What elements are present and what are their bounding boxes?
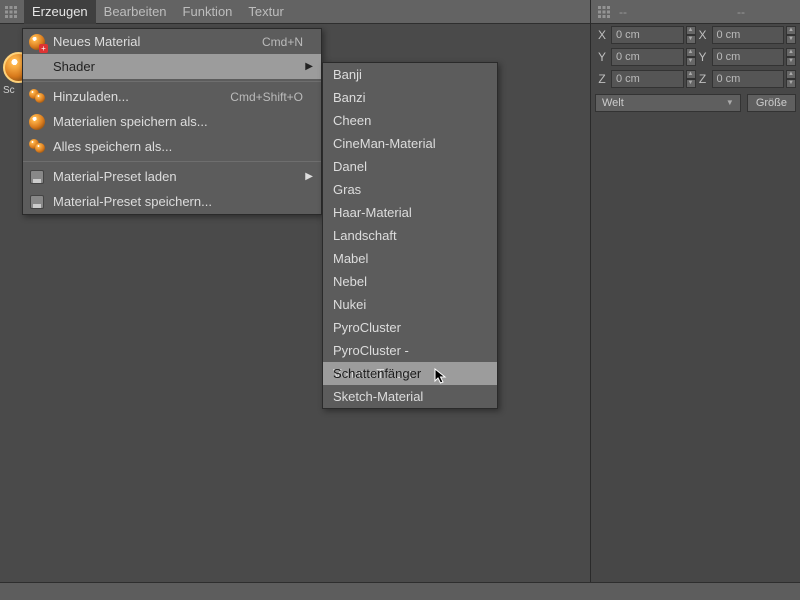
size-button[interactable]: Größe [747,94,796,112]
chevron-down-icon: ▼ [726,95,734,111]
coord-system-dropdown-label: Welt [602,95,624,111]
axis-label: Y [595,50,609,64]
menu-item-shader[interactable]: Shader▶ [23,54,321,79]
menu-item-label: Material-Preset speichern... [53,194,303,209]
menu-item-label: Shader [53,59,303,74]
menu-item-icon [27,192,47,212]
menu-item-neues-material[interactable]: Neues MaterialCmd+N [23,29,321,54]
spinner[interactable]: ▲▼ [786,70,796,88]
coord-field[interactable]: 0 cm [712,70,785,88]
axis-label: Y [696,50,710,64]
status-bar [0,582,800,600]
menu-item-icon [27,32,47,52]
menu-item-icon [27,167,47,187]
menu-item-label: Material-Preset laden [53,169,303,184]
submenu-item-nukei[interactable]: Nukei [323,293,497,316]
submenu-item-haar-material[interactable]: Haar-Material [323,201,497,224]
axis-label: Z [595,72,609,86]
menubar-item-textur[interactable]: Textur [240,0,291,24]
menu-item-shortcut: Cmd+Shift+O [230,90,303,104]
erzeugen-menu: Neues MaterialCmd+NShader▶Hinzuladen...C… [22,28,322,215]
axis-label: X [595,28,609,42]
coordinates-panel-header: -- -- [591,0,800,24]
spinner[interactable]: ▲▼ [686,48,696,66]
spinner[interactable]: ▲▼ [786,26,796,44]
coord-field[interactable]: 0 cm [611,70,684,88]
menu-item-alles-speichern-als-[interactable]: Alles speichern als... [23,134,321,159]
submenu-item-banji[interactable]: Banji [323,63,497,86]
menu-item-material-preset-speichern-[interactable]: Material-Preset speichern... [23,189,321,214]
chevron-right-icon: ▶ [303,171,313,182]
menu-item-label: Hinzuladen... [53,89,230,104]
axis-label: Z [696,72,710,86]
coord-row: Y0 cm▲▼Y0 cm▲▼ [591,46,800,68]
menu-item-icon [27,112,47,132]
submenu-item-danel[interactable]: Danel [323,155,497,178]
menu-item-icon [27,87,47,107]
menubar-item-bearbeiten[interactable]: Bearbeiten [96,0,175,24]
grid-icon [4,5,18,19]
submenu-item-gras[interactable]: Gras [323,178,497,201]
submenu-item-banzi[interactable]: Banzi [323,86,497,109]
menu-item-icon [27,57,47,77]
menubar-item-erzeugen[interactable]: Erzeugen [24,0,96,24]
header-placeholder-1: -- [619,5,627,19]
menu-separator [23,161,321,162]
menu-item-material-preset-laden[interactable]: Material-Preset laden▶ [23,164,321,189]
menubar-item-funktion[interactable]: Funktion [175,0,241,24]
spinner[interactable]: ▲▼ [686,70,696,88]
submenu-item-schattenf-nger[interactable]: Schattenfänger [323,362,497,385]
submenu-item-nebel[interactable]: Nebel [323,270,497,293]
spinner[interactable]: ▲▼ [786,48,796,66]
coord-field[interactable]: 0 cm [712,26,785,44]
submenu-item-cheen[interactable]: Cheen [323,109,497,132]
header-placeholder-2: -- [737,5,745,19]
menu-item-hinzuladen-[interactable]: Hinzuladen...Cmd+Shift+O [23,84,321,109]
submenu-item-pyrocluster[interactable]: PyroCluster [323,316,497,339]
coordinates-panel: -- -- X0 cm▲▼X0 cm▲▼Y0 cm▲▼Y0 cm▲▼Z0 cm▲… [590,0,800,600]
submenu-item-landschaft[interactable]: Landschaft [323,224,497,247]
menu-item-label: Alles speichern als... [53,139,303,154]
menu-separator [23,81,321,82]
menu-item-icon [27,137,47,157]
chevron-right-icon: ▶ [303,61,313,72]
coord-field[interactable]: 0 cm [712,48,785,66]
axis-label: X [696,28,710,42]
coord-system-dropdown[interactable]: Welt ▼ [595,94,741,112]
menu-item-label: Neues Material [53,34,262,49]
coord-field[interactable]: 0 cm [611,48,684,66]
submenu-item-sketch-material[interactable]: Sketch-Material [323,385,497,408]
coord-row: X0 cm▲▼X0 cm▲▼ [591,24,800,46]
submenu-item-pyrocluster-volumetracer[interactable]: PyroCluster - VolumeTracer [323,339,497,362]
menu-item-materialien-speichern-als-[interactable]: Materialien speichern als... [23,109,321,134]
coord-field[interactable]: 0 cm [611,26,684,44]
submenu-item-mabel[interactable]: Mabel [323,247,497,270]
grid-icon [597,5,611,19]
submenu-item-cineman-material[interactable]: CineMan-Material [323,132,497,155]
menu-item-shortcut: Cmd+N [262,35,303,49]
menu-item-label: Materialien speichern als... [53,114,303,129]
spinner[interactable]: ▲▼ [686,26,696,44]
shader-submenu: BanjiBanziCheenCineMan-MaterialDanelGras… [322,62,498,409]
coord-row: Z0 cm▲▼Z0 cm▲▼ [591,68,800,90]
